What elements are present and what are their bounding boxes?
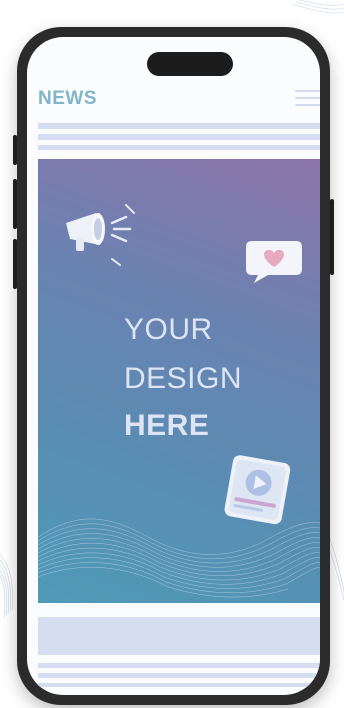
hamburger-menu-icon[interactable] xyxy=(295,90,320,108)
heart-chat-bubble-icon xyxy=(246,241,302,283)
app-title[interactable]: NEWS xyxy=(38,88,97,110)
video-play-card-icon xyxy=(224,455,291,525)
volume-up-button xyxy=(13,179,17,229)
placeholder-bar xyxy=(38,145,320,150)
content-placeholder-block xyxy=(38,617,320,655)
phone-frame: NEWS YOUR DESIGN HERE xyxy=(13,27,334,705)
hero-banner[interactable]: YOUR DESIGN HERE xyxy=(38,159,320,603)
placeholder-bar xyxy=(38,683,320,687)
headline-line-3: HERE xyxy=(124,409,210,442)
placeholder-bar xyxy=(38,134,320,140)
placeholder-bar xyxy=(38,123,320,129)
phone-screen: NEWS YOUR DESIGN HERE xyxy=(27,37,320,695)
power-button xyxy=(330,199,334,275)
mockup-stage: NEWS YOUR DESIGN HERE xyxy=(0,0,344,708)
megaphone-icon xyxy=(66,204,135,266)
silent-switch xyxy=(13,135,17,165)
headline-line-1: YOUR xyxy=(124,313,213,346)
volume-down-button xyxy=(13,239,17,289)
headline-line-2: DESIGN xyxy=(124,362,243,395)
placeholder-bar xyxy=(38,663,320,668)
placeholder-bar xyxy=(38,673,320,678)
dynamic-island xyxy=(147,52,233,76)
